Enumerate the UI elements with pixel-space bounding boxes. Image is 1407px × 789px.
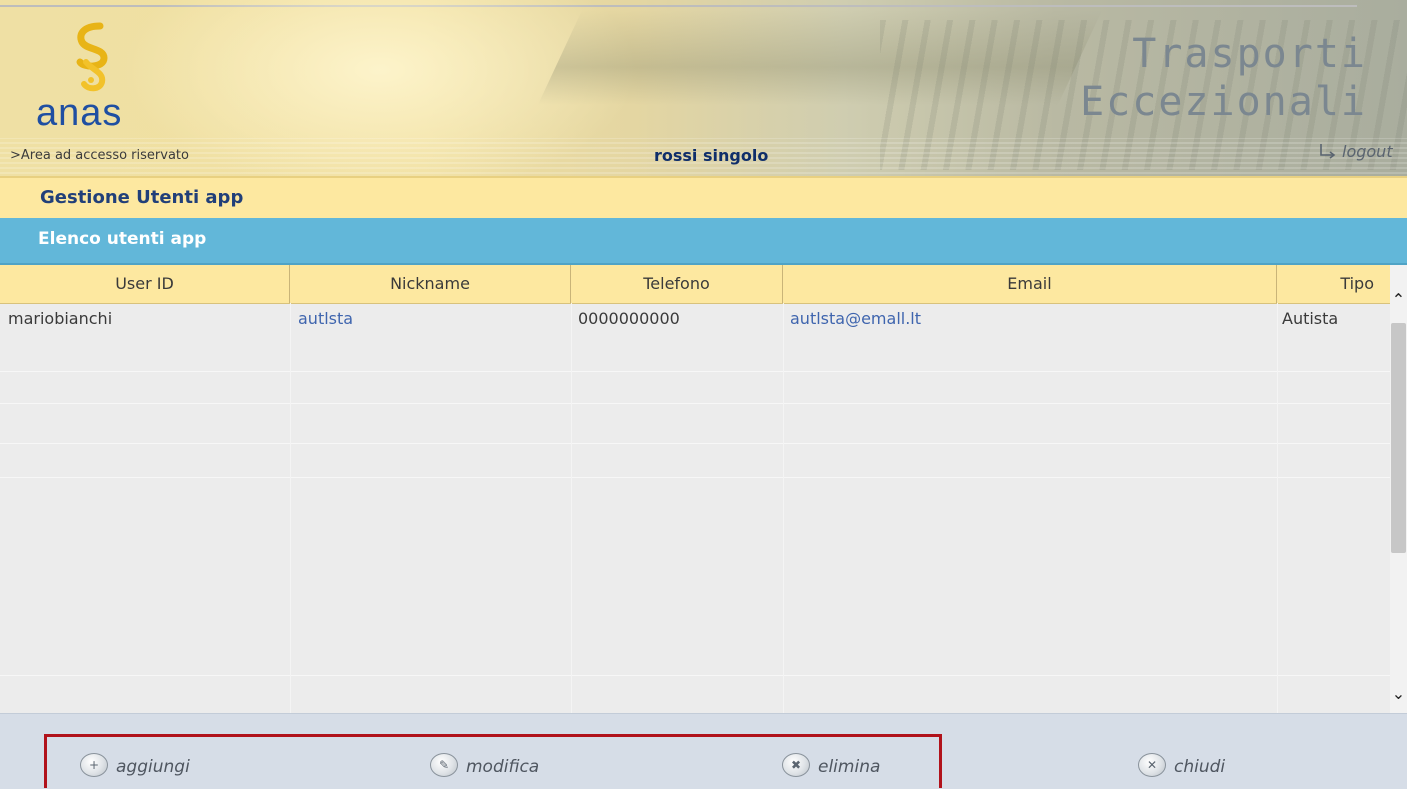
edit-icon: ✎ [430, 753, 458, 777]
app-title: Trasporti Eccezionali [1080, 30, 1367, 126]
grid-line [0, 675, 1390, 676]
delete-label: elimina [818, 757, 881, 777]
app-title-line1: Trasporti [1132, 31, 1367, 77]
users-table: User ID Nickname Telefono Email Tipo mar… [0, 265, 1407, 713]
column-header-user-id[interactable]: User ID [0, 265, 290, 303]
logo-text: anas [36, 92, 123, 134]
table-scrollbar[interactable]: ⌃ ⌄ [1390, 265, 1407, 713]
delete-button[interactable]: ✖ elimina [782, 752, 880, 782]
logout-label: logout [1342, 142, 1393, 161]
anas-logo-icon [76, 22, 108, 92]
area-label: >Area ad accesso riservato [10, 148, 189, 163]
grid-line [290, 303, 291, 713]
cell-user-id: mariobianchi [8, 309, 113, 328]
section-title-bar: Gestione Utenti app [0, 176, 1407, 220]
section-title: Gestione Utenti app [40, 187, 244, 208]
cell-tipo: Autista [1282, 309, 1339, 328]
cell-email[interactable]: autlsta@emall.lt [790, 303, 921, 333]
close-label: chiudi [1174, 757, 1226, 777]
column-header-telefono[interactable]: Telefono [571, 265, 783, 303]
edit-button[interactable]: ✎ modifica [430, 752, 539, 782]
action-toolbar: + aggiungi ✎ modifica ✖ elimina ✕ chiudi [0, 713, 1407, 789]
grid-line [0, 477, 1390, 478]
edit-label: modifica [466, 757, 540, 777]
scroll-up-icon[interactable]: ⌃ [1390, 291, 1407, 309]
close-button[interactable]: ✕ chiudi [1138, 752, 1225, 782]
cell-telefono: 0000000000 [578, 309, 680, 328]
scrollbar-thumb[interactable] [1391, 323, 1406, 553]
grid-line [571, 303, 572, 713]
list-title: Elenco utenti app [38, 229, 207, 249]
app-title-line2: Eccezionali [1080, 79, 1367, 125]
header-banner: anas Trasporti Eccezionali >Area ad acce… [0, 0, 1407, 176]
logout-link[interactable]: logout [1318, 142, 1393, 161]
grid-line [0, 443, 1390, 444]
scroll-down-icon[interactable]: ⌄ [1390, 685, 1407, 703]
logout-arrow-icon [1320, 144, 1336, 159]
list-title-bar: Elenco utenti app [0, 218, 1407, 265]
grid-line [1277, 303, 1278, 713]
column-header-tipo[interactable]: Tipo [1277, 265, 1390, 303]
close-icon: ✕ [1138, 753, 1166, 777]
cell-nickname[interactable]: autlsta [298, 303, 353, 333]
grid-line [0, 403, 1390, 404]
table-row[interactable]: mariobianchi autlsta 0000000000 autlsta@… [0, 303, 1390, 333]
grid-line [0, 371, 1390, 372]
grid-line [783, 303, 784, 713]
current-user-name: rossi singolo [654, 146, 769, 165]
column-header-email[interactable]: Email [783, 265, 1277, 303]
add-button[interactable]: + aggiungi [80, 752, 190, 782]
add-label: aggiungi [116, 757, 190, 777]
column-header-nickname[interactable]: Nickname [290, 265, 571, 303]
delete-icon: ✖ [782, 753, 810, 777]
add-icon: + [80, 753, 108, 777]
table-header: User ID Nickname Telefono Email Tipo [0, 265, 1390, 304]
